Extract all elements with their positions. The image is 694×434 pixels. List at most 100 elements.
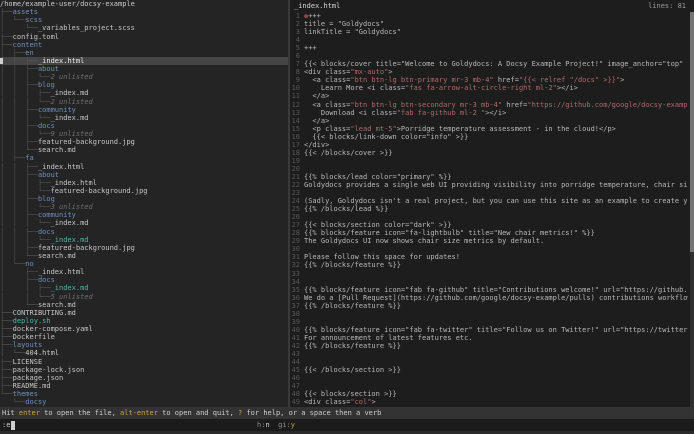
tree-item[interactable]: │ └──404.html: [0, 349, 288, 357]
tree-item[interactable]: ├──Dockerfile: [0, 333, 288, 341]
tree-root-path[interactable]: /home/example-user/docsy-example: [0, 0, 288, 8]
tree-item[interactable]: │ ├──fa: [0, 154, 288, 162]
tree-item[interactable]: │ └──no: [0, 260, 288, 268]
tree-item[interactable]: │ │ ├──blog: [0, 195, 288, 203]
tree-item[interactable]: │ │ │ ├──_index.md: [0, 89, 288, 97]
tree-item[interactable]: │ │ │ └──2 unlisted: [0, 98, 288, 106]
tree-item[interactable]: │ ├──en: [0, 49, 288, 57]
code-line: 44: [290, 358, 688, 366]
tree-branch-lines: │ │ ├──: [0, 284, 51, 292]
tree-item[interactable]: │ │ │ └──_index.md: [0, 219, 288, 227]
panel-flags: h:n gi:y: [257, 419, 295, 431]
tree-item[interactable]: │ ├──_index.html: [0, 268, 288, 276]
tree-item[interactable]: └──docsy: [0, 398, 288, 406]
tree-item[interactable]: ├──CONTRIBUTING.md: [0, 309, 288, 317]
tree-item[interactable]: ├──package.json: [0, 374, 288, 382]
code-line: 24(Sadly, Goldydocs isn't a real project…: [290, 197, 688, 205]
tree-item[interactable]: └──themes: [0, 390, 288, 398]
tree-branch-lines: │ │ ├──: [0, 163, 38, 171]
tree-branch-lines: │ │ ├──: [0, 122, 38, 130]
tree-item[interactable]: ├──docker-compose.yaml: [0, 325, 288, 333]
preview-panel: _index.html lines: 81 1●+++2title = "Gol…: [290, 0, 694, 407]
tree-item[interactable]: │ │ ├──community: [0, 106, 288, 114]
tree-item[interactable]: ├──deploy.sh: [0, 317, 288, 325]
status-text: to open and quit,: [158, 409, 238, 417]
tree-item[interactable]: │ │ ├──about: [0, 171, 288, 179]
code-line: 36We do a [Pull Request](https://github.…: [290, 294, 688, 302]
code-line: 15 <p class="lead mt-5">Porridge tempera…: [290, 125, 688, 133]
line-number: 46: [290, 374, 304, 382]
tree-item[interactable]: ├──layouts: [0, 341, 288, 349]
tree-item-label: 2 unlisted: [51, 98, 93, 106]
tree-item[interactable]: │ │ │ └──2 unlisted: [0, 73, 288, 81]
line-number: 13: [290, 109, 304, 117]
tree-item-selected[interactable]: │ │ ├──_index.html: [0, 57, 288, 65]
tree-branch-lines: ├──: [0, 382, 13, 390]
code-line: 25{{% /blocks/lead %}}: [290, 205, 688, 213]
preview-scrollbar[interactable]: [690, 12, 694, 407]
tree-item[interactable]: │ └──_variables_project.scss: [0, 24, 288, 32]
tree-item[interactable]: │ │ ├──docs: [0, 228, 288, 236]
tree-item[interactable]: │ ├──docs: [0, 276, 288, 284]
line-number: 43: [290, 350, 304, 358]
tree-item-label: themes: [13, 390, 38, 398]
command-input-value[interactable]: :e: [2, 419, 10, 431]
tree-item[interactable]: │ │ ├──featured-background.jpg: [0, 244, 288, 252]
tree-item[interactable]: │ │ │ └──9 unlisted: [0, 130, 288, 138]
tree-item[interactable]: │ │ │ └──featured-background.jpg: [0, 187, 288, 195]
line-number: 1: [290, 12, 304, 20]
line-number: 15: [290, 125, 304, 133]
broot-window: /home/example-user/docsy-example├──asset…: [0, 0, 694, 434]
tree-item-label: 2 unlisted: [51, 73, 93, 81]
tree-branch-lines: ├──: [0, 33, 13, 41]
line-number: 45: [290, 366, 304, 374]
tree-branch-lines: │ │ ├──: [0, 195, 38, 203]
tree-item[interactable]: │ │ ├──_index.html: [0, 163, 288, 171]
tree-item[interactable]: │ │ └──search.md: [0, 146, 288, 154]
tree-item-label: config.toml: [13, 33, 59, 41]
tree-item[interactable]: │ │ ├──community: [0, 211, 288, 219]
tree-item[interactable]: │ └──search.md: [0, 301, 288, 309]
tree-item[interactable]: │ │ ├──blog: [0, 81, 288, 89]
tree-item[interactable]: ├──README.md: [0, 382, 288, 390]
code-line: 47: [290, 382, 688, 390]
tree-item[interactable]: ├──content: [0, 41, 288, 49]
tree-item[interactable]: │ │ └──search.md: [0, 252, 288, 260]
tree-item[interactable]: ├──assets: [0, 8, 288, 16]
tree-item[interactable]: │ │ └──5 unlisted: [0, 293, 288, 301]
tree-branch-lines: │ │ │ └──: [0, 203, 51, 211]
line-number: 12: [290, 101, 304, 109]
tree-item-label: community: [38, 211, 76, 219]
code-line: 35{{% blocks/feature icon="fab fa-github…: [290, 286, 688, 294]
tree-item[interactable]: │ │ │ └──_index.md: [0, 236, 288, 244]
tree-branch-lines: └──: [0, 398, 25, 406]
tree-item[interactable]: │ │ │ ├──_index.html: [0, 179, 288, 187]
line-number: 24: [290, 197, 304, 205]
tree-branch-lines: │ │ ├──: [0, 106, 38, 114]
command-input-line[interactable]: :e h:n gi:y: [0, 419, 694, 431]
tree-item-label: en: [25, 49, 33, 57]
preview-scrollbar-thumb[interactable]: [690, 12, 694, 252]
tree-branch-lines: │ │ ├──: [0, 81, 38, 89]
code-line: 27{{< blocks/section color="dark" >}}: [290, 221, 688, 229]
tree-branch-lines: ├──: [0, 325, 13, 333]
tree-item[interactable]: │ └──scss: [0, 16, 288, 24]
tree-branch-lines: ├──: [0, 333, 13, 341]
line-number: 2: [290, 20, 304, 28]
tree-branch-lines: │ └──: [0, 24, 38, 32]
tree-item[interactable]: │ │ │ └──_index.md: [0, 114, 288, 122]
code-line: 38: [290, 310, 688, 318]
tree-item[interactable]: │ │ ├──featured-background.jpg: [0, 138, 288, 146]
code-line: 40{{% blocks/feature icon="fab fa-twitte…: [290, 326, 688, 334]
tree-branch-lines: ├──: [0, 341, 13, 349]
tree-item[interactable]: │ │ ├──about: [0, 65, 288, 73]
tree-item[interactable]: │ │ │ └──3 unlisted: [0, 203, 288, 211]
code-line: 1●+++: [290, 12, 688, 20]
tree-item[interactable]: ├──LICENSE: [0, 358, 288, 366]
tree-item[interactable]: ├──config.toml: [0, 33, 288, 41]
tree-item[interactable]: ├──package-lock.json: [0, 366, 288, 374]
tree-item-label: assets: [13, 8, 38, 16]
tree-item[interactable]: │ │ ├──docs: [0, 122, 288, 130]
code-line: 13 Download <i class="fab fa-github ml-2…: [290, 109, 688, 117]
tree-item[interactable]: │ │ ├──_index.md: [0, 284, 288, 292]
